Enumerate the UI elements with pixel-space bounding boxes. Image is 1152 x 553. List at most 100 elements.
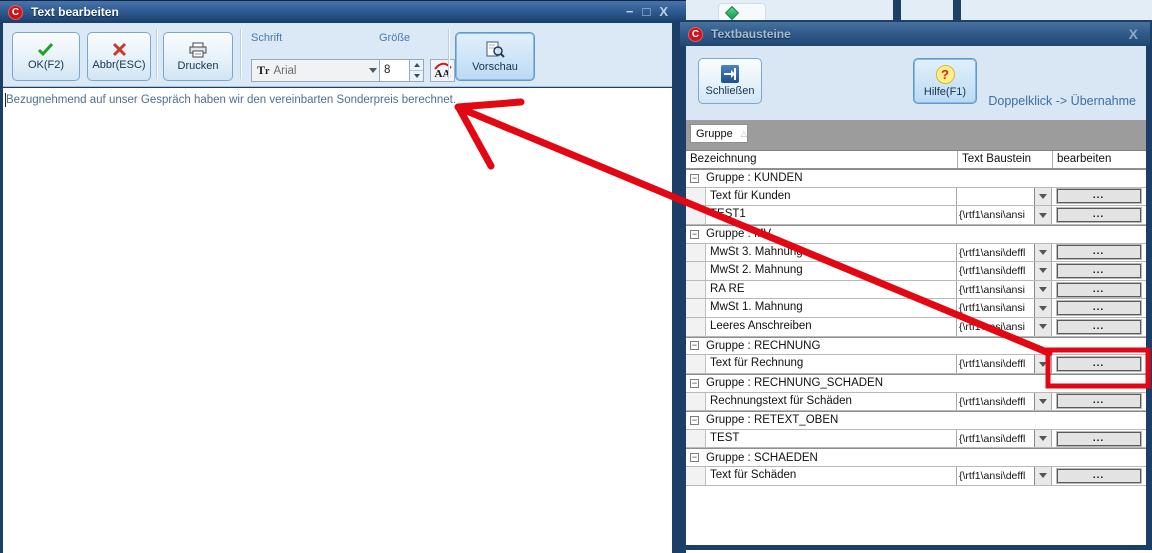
close-panel-button[interactable]: Schließen	[698, 58, 762, 104]
rtf-dropdown[interactable]: {\rtf1\ansi\ansi	[957, 206, 1052, 224]
table-row-group[interactable]: −Gruppe : RECHNUNG	[686, 337, 1146, 356]
size-stepper[interactable]: 8	[379, 59, 424, 82]
textbausteine-table-body: −Gruppe : KUNDENText für Kunden...TEST1{…	[686, 169, 1146, 486]
rtf-dropdown[interactable]: {\rtf1\ansi\ansi	[957, 281, 1052, 299]
dropdown-button[interactable]	[1034, 355, 1051, 373]
rtf-dropdown[interactable]: {\rtf1\ansi\ansi	[957, 299, 1052, 317]
edit-ellipsis-button[interactable]: ...	[1057, 283, 1141, 297]
close-button[interactable]: X	[659, 4, 668, 20]
dropdown-button[interactable]	[1034, 244, 1051, 262]
help-question-icon: ?	[936, 65, 955, 84]
ok-button[interactable]: OK(F2)	[12, 32, 80, 81]
rtf-dropdown[interactable]	[957, 188, 1052, 206]
table-row-group[interactable]: −Gruppe : RETEXT_OBEN	[686, 411, 1146, 430]
help-button[interactable]: ? Hilfe(F1)	[913, 58, 977, 104]
edit-ellipsis-button[interactable]: ...	[1057, 208, 1141, 222]
edit-ellipsis-button[interactable]: ...	[1057, 189, 1141, 203]
rtf-value	[957, 188, 1034, 206]
rtf-dropdown[interactable]: {\rtf1\ansi\ansi	[957, 318, 1052, 336]
table-row[interactable]: MwSt 3. Mahnung{\rtf1\ansi\deffl...	[686, 244, 1146, 263]
font-scale-button[interactable]: AA	[430, 59, 455, 82]
toolbar-separator	[240, 29, 241, 79]
dropdown-button[interactable]	[1034, 430, 1051, 448]
edit-ellipsis-button[interactable]: ...	[1057, 264, 1141, 278]
editor-text: Bezugnehmend auf unser Gespräch haben wi…	[6, 94, 456, 106]
row-indent	[686, 188, 706, 206]
collapse-icon[interactable]: −	[690, 453, 699, 462]
edit-cell: ...	[1052, 206, 1145, 224]
table-row-group[interactable]: −Gruppe : RECHNUNG_SCHADEN	[686, 374, 1146, 393]
font-label: Schrift	[251, 32, 282, 44]
dropdown-button[interactable]	[1034, 206, 1051, 224]
dropdown-button[interactable]	[1034, 393, 1051, 411]
collapse-icon[interactable]: −	[690, 341, 699, 350]
edit-ellipsis-button[interactable]: ...	[1057, 320, 1141, 334]
collapse-icon[interactable]: −	[690, 416, 699, 425]
table-row-group[interactable]: −Gruppe : SCHAEDEN	[686, 448, 1146, 467]
table-row[interactable]: MwSt 1. Mahnung{\rtf1\ansi\ansi...	[686, 299, 1146, 318]
table-row[interactable]: RA RE{\rtf1\ansi\ansi...	[686, 281, 1146, 300]
edit-ellipsis-button[interactable]: ...	[1057, 357, 1141, 371]
collapse-icon[interactable]: −	[690, 174, 699, 183]
edit-ellipsis-button[interactable]: ...	[1057, 394, 1141, 408]
maximize-button[interactable]: □	[642, 4, 650, 20]
rtf-dropdown[interactable]: {\rtf1\ansi\deffl	[957, 355, 1052, 373]
size-label: Größe	[379, 32, 410, 44]
edit-cell: ...	[1052, 393, 1145, 411]
font-select[interactable]: Tr Arial	[251, 59, 384, 82]
cancel-button[interactable]: Abbr(ESC)	[87, 32, 151, 81]
edit-ellipsis-button[interactable]: ...	[1057, 432, 1141, 446]
col-header-bezeichnung[interactable]: Bezeichnung	[686, 151, 958, 168]
chevron-down-icon	[1039, 362, 1047, 367]
titlebar[interactable]: C Text bearbeiten − □ X	[0, 0, 686, 23]
group-column-chip[interactable]: Gruppe △	[690, 124, 748, 143]
group-label: Gruppe : KUNDEN	[706, 172, 803, 184]
row-indent	[686, 318, 706, 336]
window-textbausteine: C Textbausteine X Schließen ? Hilfe(F1) …	[678, 20, 1152, 550]
rtf-value: {\rtf1\ansi\ansi	[957, 206, 1034, 224]
col-header-bearbeiten[interactable]: bearbeiten	[1053, 151, 1146, 168]
rtf-dropdown[interactable]: {\rtf1\ansi\deffl	[957, 393, 1052, 411]
row-bezeichnung: Leeres Anschreiben	[706, 318, 957, 336]
spin-up-button[interactable]	[410, 60, 423, 71]
dropdown-button[interactable]	[1034, 262, 1051, 280]
edit-ellipsis-button[interactable]: ...	[1057, 245, 1141, 259]
table-header: Bezeichnung Text Baustein bearbeiten	[686, 151, 1146, 169]
dropdown-button[interactable]	[1034, 318, 1051, 336]
spin-down-button[interactable]	[410, 71, 423, 81]
chevron-down-icon	[1039, 287, 1047, 292]
rtf-dropdown[interactable]: {\rtf1\ansi\deffl	[957, 467, 1052, 485]
text-editor[interactable]: Bezugnehmend auf unser Gespräch haben wi…	[3, 88, 672, 553]
print-button[interactable]: Drucken	[163, 32, 233, 81]
table-row-group[interactable]: −Gruppe : KUNDEN	[686, 169, 1146, 188]
dropdown-button[interactable]	[1034, 281, 1051, 299]
collapse-icon[interactable]: −	[690, 230, 699, 239]
rtf-dropdown[interactable]: {\rtf1\ansi\deffl	[957, 244, 1052, 262]
collapse-icon[interactable]: −	[690, 379, 699, 388]
dropdown-button[interactable]	[1034, 299, 1051, 317]
table-row[interactable]: Leeres Anschreiben{\rtf1\ansi\ansi...	[686, 318, 1146, 337]
edit-ellipsis-button[interactable]: ...	[1057, 469, 1141, 483]
preview-button[interactable]: Vorschau	[455, 32, 535, 81]
group-label: Gruppe : RECHNUNG_SCHADEN	[706, 377, 883, 389]
close-button[interactable]: X	[1129, 26, 1138, 42]
minimize-button[interactable]: −	[626, 4, 634, 20]
rtf-value: {\rtf1\ansi\ansi	[957, 318, 1034, 336]
titlebar[interactable]: C Textbausteine X	[680, 22, 1150, 46]
table-row[interactable]: TEST{\rtf1\ansi\deffl...	[686, 430, 1146, 449]
table-row[interactable]: Text für Kunden...	[686, 188, 1146, 207]
table-row[interactable]: Text für Schäden{\rtf1\ansi\deffl...	[686, 467, 1146, 486]
dropdown-button[interactable]	[1034, 467, 1051, 485]
dropdown-button[interactable]	[1034, 188, 1051, 206]
rtf-dropdown[interactable]: {\rtf1\ansi\deffl	[957, 262, 1052, 280]
rtf-dropdown[interactable]: {\rtf1\ansi\deffl	[957, 430, 1052, 448]
table-row-group[interactable]: −Gruppe : MV	[686, 225, 1146, 244]
table-row[interactable]: MwSt 2. Mahnung{\rtf1\ansi\deffl...	[686, 262, 1146, 281]
edit-ellipsis-button[interactable]: ...	[1057, 301, 1141, 315]
col-header-textbaustein[interactable]: Text Baustein	[958, 151, 1053, 168]
table-row[interactable]: Rechnungstext für Schäden{\rtf1\ansi\def…	[686, 393, 1146, 412]
row-indent	[686, 281, 706, 299]
table-row[interactable]: Text für Rechnung{\rtf1\ansi\deffl...	[686, 355, 1146, 374]
table-row[interactable]: TEST1{\rtf1\ansi\ansi...	[686, 206, 1146, 225]
window-title: Textbausteine	[711, 27, 791, 41]
